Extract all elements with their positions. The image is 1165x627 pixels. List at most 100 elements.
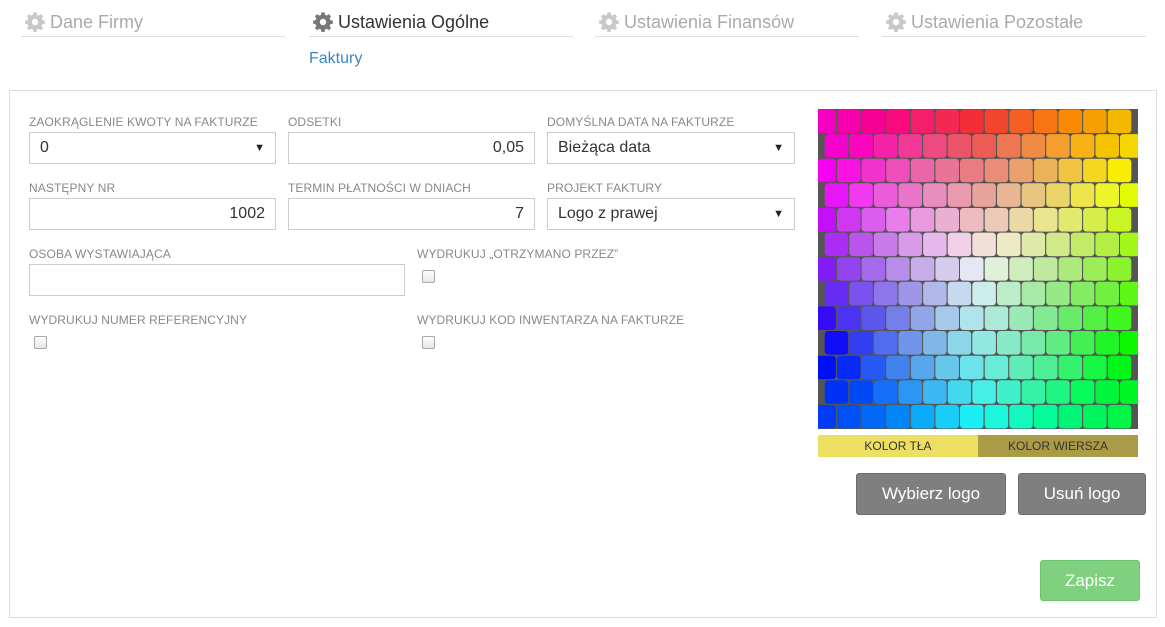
color-cell[interactable] — [1020, 379, 1047, 405]
color-cell[interactable] — [1020, 280, 1047, 307]
color-cell[interactable] — [934, 157, 961, 184]
color-cell[interactable] — [1094, 330, 1120, 356]
color-cell[interactable] — [996, 231, 1022, 258]
color-cell[interactable] — [1032, 354, 1059, 381]
color-cell[interactable] — [922, 379, 948, 405]
color-cell[interactable] — [818, 256, 837, 282]
color-cell[interactable] — [983, 354, 1010, 381]
color-cell[interactable] — [934, 305, 961, 331]
color-cell[interactable] — [971, 182, 997, 208]
color-cell[interactable] — [1069, 133, 1096, 159]
color-cell[interactable] — [922, 231, 948, 258]
color-cell[interactable] — [1045, 280, 1071, 307]
background-color-swatch[interactable]: KOLOR TŁA — [818, 435, 978, 457]
color-cell[interactable] — [909, 207, 936, 233]
color-cell[interactable] — [996, 280, 1022, 307]
color-cell[interactable] — [885, 403, 911, 429]
row-color-swatch[interactable]: KOLOR WIERSZA — [978, 435, 1138, 457]
color-cell[interactable] — [1069, 182, 1096, 208]
color-cell[interactable] — [996, 379, 1022, 405]
color-cell[interactable] — [1032, 305, 1059, 331]
color-cell[interactable] — [922, 280, 948, 307]
color-cell[interactable] — [946, 231, 973, 258]
color-cell[interactable] — [885, 354, 911, 381]
print-inventory-checkbox[interactable] — [422, 336, 435, 349]
color-cell[interactable] — [1069, 280, 1096, 307]
color-cell[interactable] — [946, 379, 973, 405]
color-cell[interactable] — [983, 403, 1010, 429]
color-cell[interactable] — [1106, 157, 1133, 184]
color-cell[interactable] — [836, 256, 862, 282]
color-cell[interactable] — [971, 379, 997, 405]
color-cell[interactable] — [897, 133, 924, 159]
color-cell[interactable] — [823, 280, 850, 307]
color-cell[interactable] — [1020, 133, 1047, 159]
print-reference-checkbox[interactable] — [34, 336, 47, 349]
print-received-checkbox[interactable] — [422, 270, 435, 283]
color-cell[interactable] — [823, 182, 850, 208]
color-cell[interactable] — [1069, 330, 1096, 356]
color-cell[interactable] — [872, 330, 899, 356]
color-cell[interactable] — [1057, 109, 1084, 135]
color-cell[interactable] — [848, 182, 874, 208]
color-cell[interactable] — [1008, 354, 1034, 381]
color-cell[interactable] — [1082, 256, 1108, 282]
color-cell[interactable] — [885, 109, 911, 135]
color-cell[interactable] — [946, 330, 973, 356]
color-cell[interactable] — [1082, 403, 1108, 429]
color-cell[interactable] — [860, 305, 887, 331]
color-cell[interactable] — [1119, 280, 1139, 307]
color-cell[interactable] — [885, 157, 911, 184]
save-button[interactable]: Zapisz — [1040, 560, 1140, 601]
color-cell[interactable] — [934, 109, 960, 135]
color-cell[interactable] — [860, 256, 887, 282]
color-cell[interactable] — [959, 207, 985, 233]
color-cell[interactable] — [922, 182, 948, 208]
color-cell[interactable] — [1069, 231, 1096, 258]
color-cell[interactable] — [1008, 256, 1034, 282]
color-cell[interactable] — [1094, 379, 1120, 405]
color-cell[interactable] — [996, 330, 1022, 356]
payment-days-input[interactable]: 7 — [288, 198, 535, 230]
color-cell[interactable] — [897, 182, 924, 208]
color-cell[interactable] — [897, 231, 924, 258]
color-cell[interactable] — [848, 379, 874, 405]
subtab-invoices[interactable]: Faktury — [309, 50, 362, 68]
color-cell[interactable] — [983, 207, 1010, 233]
color-cell[interactable] — [996, 133, 1022, 159]
color-cell[interactable] — [897, 379, 924, 405]
color-cell[interactable] — [848, 231, 874, 258]
color-cell[interactable] — [959, 256, 985, 282]
issuer-input[interactable] — [29, 264, 405, 296]
color-cell[interactable] — [872, 133, 899, 159]
color-cell[interactable] — [897, 280, 924, 307]
color-cell[interactable] — [1094, 182, 1120, 208]
color-cell[interactable] — [1106, 109, 1133, 135]
color-cell[interactable] — [946, 133, 973, 159]
color-cell[interactable] — [1032, 403, 1059, 429]
color-cell[interactable] — [1045, 182, 1071, 208]
color-cell[interactable] — [909, 305, 936, 331]
color-cell[interactable] — [1119, 133, 1139, 159]
remove-logo-button[interactable]: Usuń logo — [1018, 473, 1146, 515]
color-cell[interactable] — [922, 133, 948, 159]
color-cell[interactable] — [872, 280, 899, 307]
tab-general-settings[interactable]: Ustawienia Ogólne — [309, 8, 573, 37]
default-date-select[interactable]: Bieżąca data ▼ — [547, 132, 795, 164]
color-cell[interactable] — [934, 256, 961, 282]
color-cell[interactable] — [1106, 207, 1133, 233]
color-cell[interactable] — [897, 330, 924, 356]
color-cell[interactable] — [1057, 354, 1084, 381]
color-cell[interactable] — [885, 305, 911, 331]
color-cell[interactable] — [823, 330, 850, 356]
color-cell[interactable] — [1057, 207, 1084, 233]
tab-finance-settings[interactable]: Ustawienia Finansów — [595, 8, 859, 37]
color-cell[interactable] — [818, 305, 837, 331]
color-cell[interactable] — [818, 403, 837, 429]
color-picker[interactable] — [818, 109, 1138, 429]
color-cell[interactable] — [983, 256, 1010, 282]
color-cell[interactable] — [1119, 379, 1139, 405]
color-cell[interactable] — [1045, 133, 1071, 159]
color-cell[interactable] — [823, 231, 850, 258]
color-cell[interactable] — [909, 109, 936, 135]
